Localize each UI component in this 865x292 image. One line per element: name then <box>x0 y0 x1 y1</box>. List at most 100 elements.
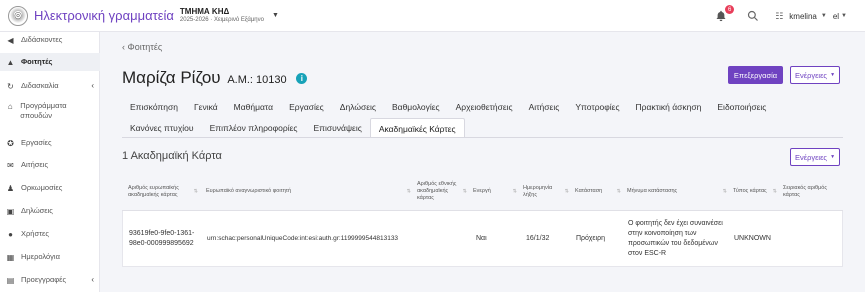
chevron-left-icon: ‹ <box>91 275 94 284</box>
actions-label: Ενέργειες <box>794 152 828 162</box>
tab-overview[interactable]: Επισκόπηση <box>122 97 186 117</box>
sidebar-item-registrations[interactable]: ▣ Δηλώσεις <box>0 206 100 220</box>
caret-down-icon[interactable]: ▼ <box>272 12 279 19</box>
sidebar-item-label: Διδάσκοντες <box>21 35 63 44</box>
notifications-badge: 6 <box>725 5 735 14</box>
sort-icon: ⇅ <box>722 188 727 194</box>
sidebar: ◀ Διδάσκοντες ▲ Φοιτητές ↻ Διδασκαλία ‹ … <box>0 32 100 292</box>
tab-general[interactable]: Γενικά <box>186 97 226 117</box>
department-selector[interactable]: ΤΜΗΜΑ ΚΗΔ 2025-2026 · Χειμερινό Εξάμηνο <box>180 7 264 23</box>
column-header[interactable]: Τύπος κάρτας ⇅ <box>729 173 779 210</box>
tabs-row-1: Επισκόπηση Γενικά Μαθήματα Εργασίες Δηλώ… <box>122 97 774 117</box>
column-header[interactable]: Ενεργή ⇅ <box>469 173 519 210</box>
chevron-left-icon: ‹ <box>91 81 94 90</box>
sort-icon: ⇅ <box>512 188 517 194</box>
calendar-icon: ▦ <box>6 253 15 262</box>
sort-icon: ⇅ <box>772 188 777 194</box>
column-header[interactable]: Ημερομηνία λήξης ⇅ <box>519 173 571 210</box>
sidebar-item-theses[interactable]: ✪ Εργασίες <box>0 138 100 152</box>
envelope-icon: ✉ <box>7 161 14 170</box>
history-icon: ↻ <box>7 82 14 91</box>
search-icon[interactable] <box>747 10 759 22</box>
sidebar-item-preregistrations[interactable]: ▤ Προεγγραφές ‹ <box>0 275 100 289</box>
megaphone-icon: ◀ <box>7 36 14 45</box>
tab-registrations[interactable]: Δηλώσεις <box>332 97 384 117</box>
username[interactable]: kmelina <box>789 12 817 21</box>
tab-notifications[interactable]: Ειδοποιήσεις <box>709 97 774 117</box>
page-title: Μαρίζα Ρίζου Α.Μ.: 10130 i <box>122 68 308 88</box>
app-title[interactable]: Ηλεκτρονική γραμματεία <box>34 8 174 23</box>
column-header-label: Αριθμός εθνικής ακαδημαϊκής κάρτας <box>417 181 457 201</box>
table-cell <box>780 211 842 266</box>
sidebar-item-label: Χρήστες <box>21 229 49 238</box>
back-link-label: Φοιτητές <box>127 42 163 52</box>
user-menu-icon[interactable]: ☷ <box>775 11 783 22</box>
tab-courses[interactable]: Μαθήματα <box>226 97 281 117</box>
student-name: Μαρίζα Ρίζου <box>122 68 221 87</box>
table-row[interactable]: 93619fe0-9fe0-1361-98e0-000999895692 urn… <box>122 211 843 267</box>
sidebar-item-programs[interactable]: ⌂ Προγράμματα σπουδών <box>0 101 100 125</box>
top-bar: ◎ Ηλεκτρονική γραμματεία ΤΜΗΜΑ ΚΗΔ 2025-… <box>0 0 865 32</box>
column-header[interactable]: Αριθμός εθνικής ακαδημαϊκής κάρτας ⇅ <box>413 173 469 210</box>
tab-theses[interactable]: Εργασίες <box>281 97 332 117</box>
column-header[interactable]: Σειριακός αριθμός κάρτας <box>779 173 843 210</box>
sidebar-item-instructors[interactable]: ◀ Διδάσκοντες <box>0 35 100 49</box>
column-header[interactable]: Ευρωπαϊκό αναγνωριστικό φοιτητή ⇅ <box>200 173 413 210</box>
student-am: Α.Μ.: 10130 <box>227 74 287 86</box>
award-icon: ✪ <box>7 139 14 148</box>
tab-scholarships[interactable]: Υποτροφίες <box>567 97 627 117</box>
sort-icon: ⇅ <box>616 188 621 194</box>
table-cell: urn:schac:personalUniqueCode:int:esi:aut… <box>207 234 399 242</box>
sort-icon: ⇅ <box>462 188 467 194</box>
table-cell: Ναι <box>476 234 487 242</box>
back-link[interactable]: ‹ Φοιτητές <box>122 42 162 52</box>
table-cell: UNKNOWN <box>734 234 771 242</box>
tab-attachments[interactable]: Επισυνάψεις <box>305 118 369 138</box>
sidebar-item-requests[interactable]: ✉ Αιτήσεις <box>0 160 100 174</box>
sidebar-item-calendars[interactable]: ▦ Ημερολόγια <box>0 252 100 266</box>
tab-internship[interactable]: Πρακτική άσκηση <box>628 97 710 117</box>
column-header-label: Αριθμός ευρωπαϊκής ακαδημαϊκής κάρτας <box>128 184 179 198</box>
tab-academic-cards[interactable]: Ακαδημαϊκές Κάρτες <box>369 118 465 138</box>
sidebar-item-label: Αιτήσεις <box>21 160 49 169</box>
sort-icon: ⇅ <box>564 188 569 194</box>
notifications-button[interactable]: 6 <box>715 5 735 23</box>
tab-grades[interactable]: Βαθμολογίες <box>384 97 448 117</box>
column-header[interactable]: Κατάσταση ⇅ <box>571 173 623 210</box>
user-icon: ● <box>8 230 13 239</box>
language-caret-down-icon[interactable]: ▼ <box>841 13 847 19</box>
language-selector[interactable]: el <box>833 12 839 21</box>
folder-icon: ▤ <box>6 276 15 285</box>
table-cell: 93619fe0-9fe0-1361-98e0-000999895692 <box>129 229 195 247</box>
section-title: 1 Ακαδημαϊκή Κάρτα <box>122 150 222 162</box>
sort-icon: ⇅ <box>193 188 198 194</box>
sidebar-item-label: Εργασίες <box>21 138 52 147</box>
sidebar-item-users[interactable]: ● Χρήστες <box>0 229 100 243</box>
sidebar-item-students[interactable]: ▲ Φοιτητές <box>0 53 100 71</box>
edit-button[interactable]: Επεξεργασία <box>728 66 783 84</box>
tab-requests[interactable]: Αιτήσεις <box>521 97 568 117</box>
cards-actions-dropdown-button[interactable]: Ενέργειες ▼ <box>790 148 840 166</box>
caret-down-icon: ▼ <box>830 72 836 78</box>
column-header-label: Μήνυμα κατάστασης <box>627 188 678 194</box>
info-icon[interactable]: i <box>296 73 308 84</box>
column-header-label: Σειριακός αριθμός κάρτας <box>783 184 827 198</box>
user-caret-down-icon[interactable]: ▼ <box>821 13 827 19</box>
sidebar-item-label: Ημερολόγια <box>21 252 60 261</box>
actions-label: Ενέργειες <box>794 70 828 80</box>
column-header[interactable]: Μήνυμα κατάστασης ⇅ <box>623 173 729 210</box>
sidebar-item-graduations[interactable]: ♟ Ορκωμοσίες <box>0 183 100 197</box>
institution-icon: ⌂ <box>7 102 13 111</box>
table-cell: Ο φοιτητής δεν έχει συναινέσει στην κοιν… <box>628 219 723 257</box>
sidebar-item-teaching[interactable]: ↻ Διδασκαλία ‹ <box>0 81 100 95</box>
sidebar-item-label: Διδασκαλία <box>21 81 59 90</box>
academic-cards-table: Αριθμός ευρωπαϊκής ακαδημαϊκής κάρτας ⇅ Ε… <box>122 173 843 267</box>
tab-degree-rules[interactable]: Κανόνες πτυχίου <box>122 118 202 138</box>
column-header[interactable]: Αριθμός ευρωπαϊκής ακαδημαϊκής κάρτας ⇅ <box>122 173 200 210</box>
tab-archives[interactable]: Αρχειοθετήσεις <box>448 97 521 117</box>
university-logo[interactable]: ◎ <box>8 5 28 26</box>
tabs-row-2: Κανόνες πτυχίου Επιπλέον πληροφορίες Επι… <box>122 118 465 138</box>
tab-extra-info[interactable]: Επιπλέον πληροφορίες <box>202 118 306 138</box>
trash-icon: ▣ <box>6 207 15 216</box>
actions-dropdown-button[interactable]: Ενέργειες ▼ <box>790 66 840 84</box>
